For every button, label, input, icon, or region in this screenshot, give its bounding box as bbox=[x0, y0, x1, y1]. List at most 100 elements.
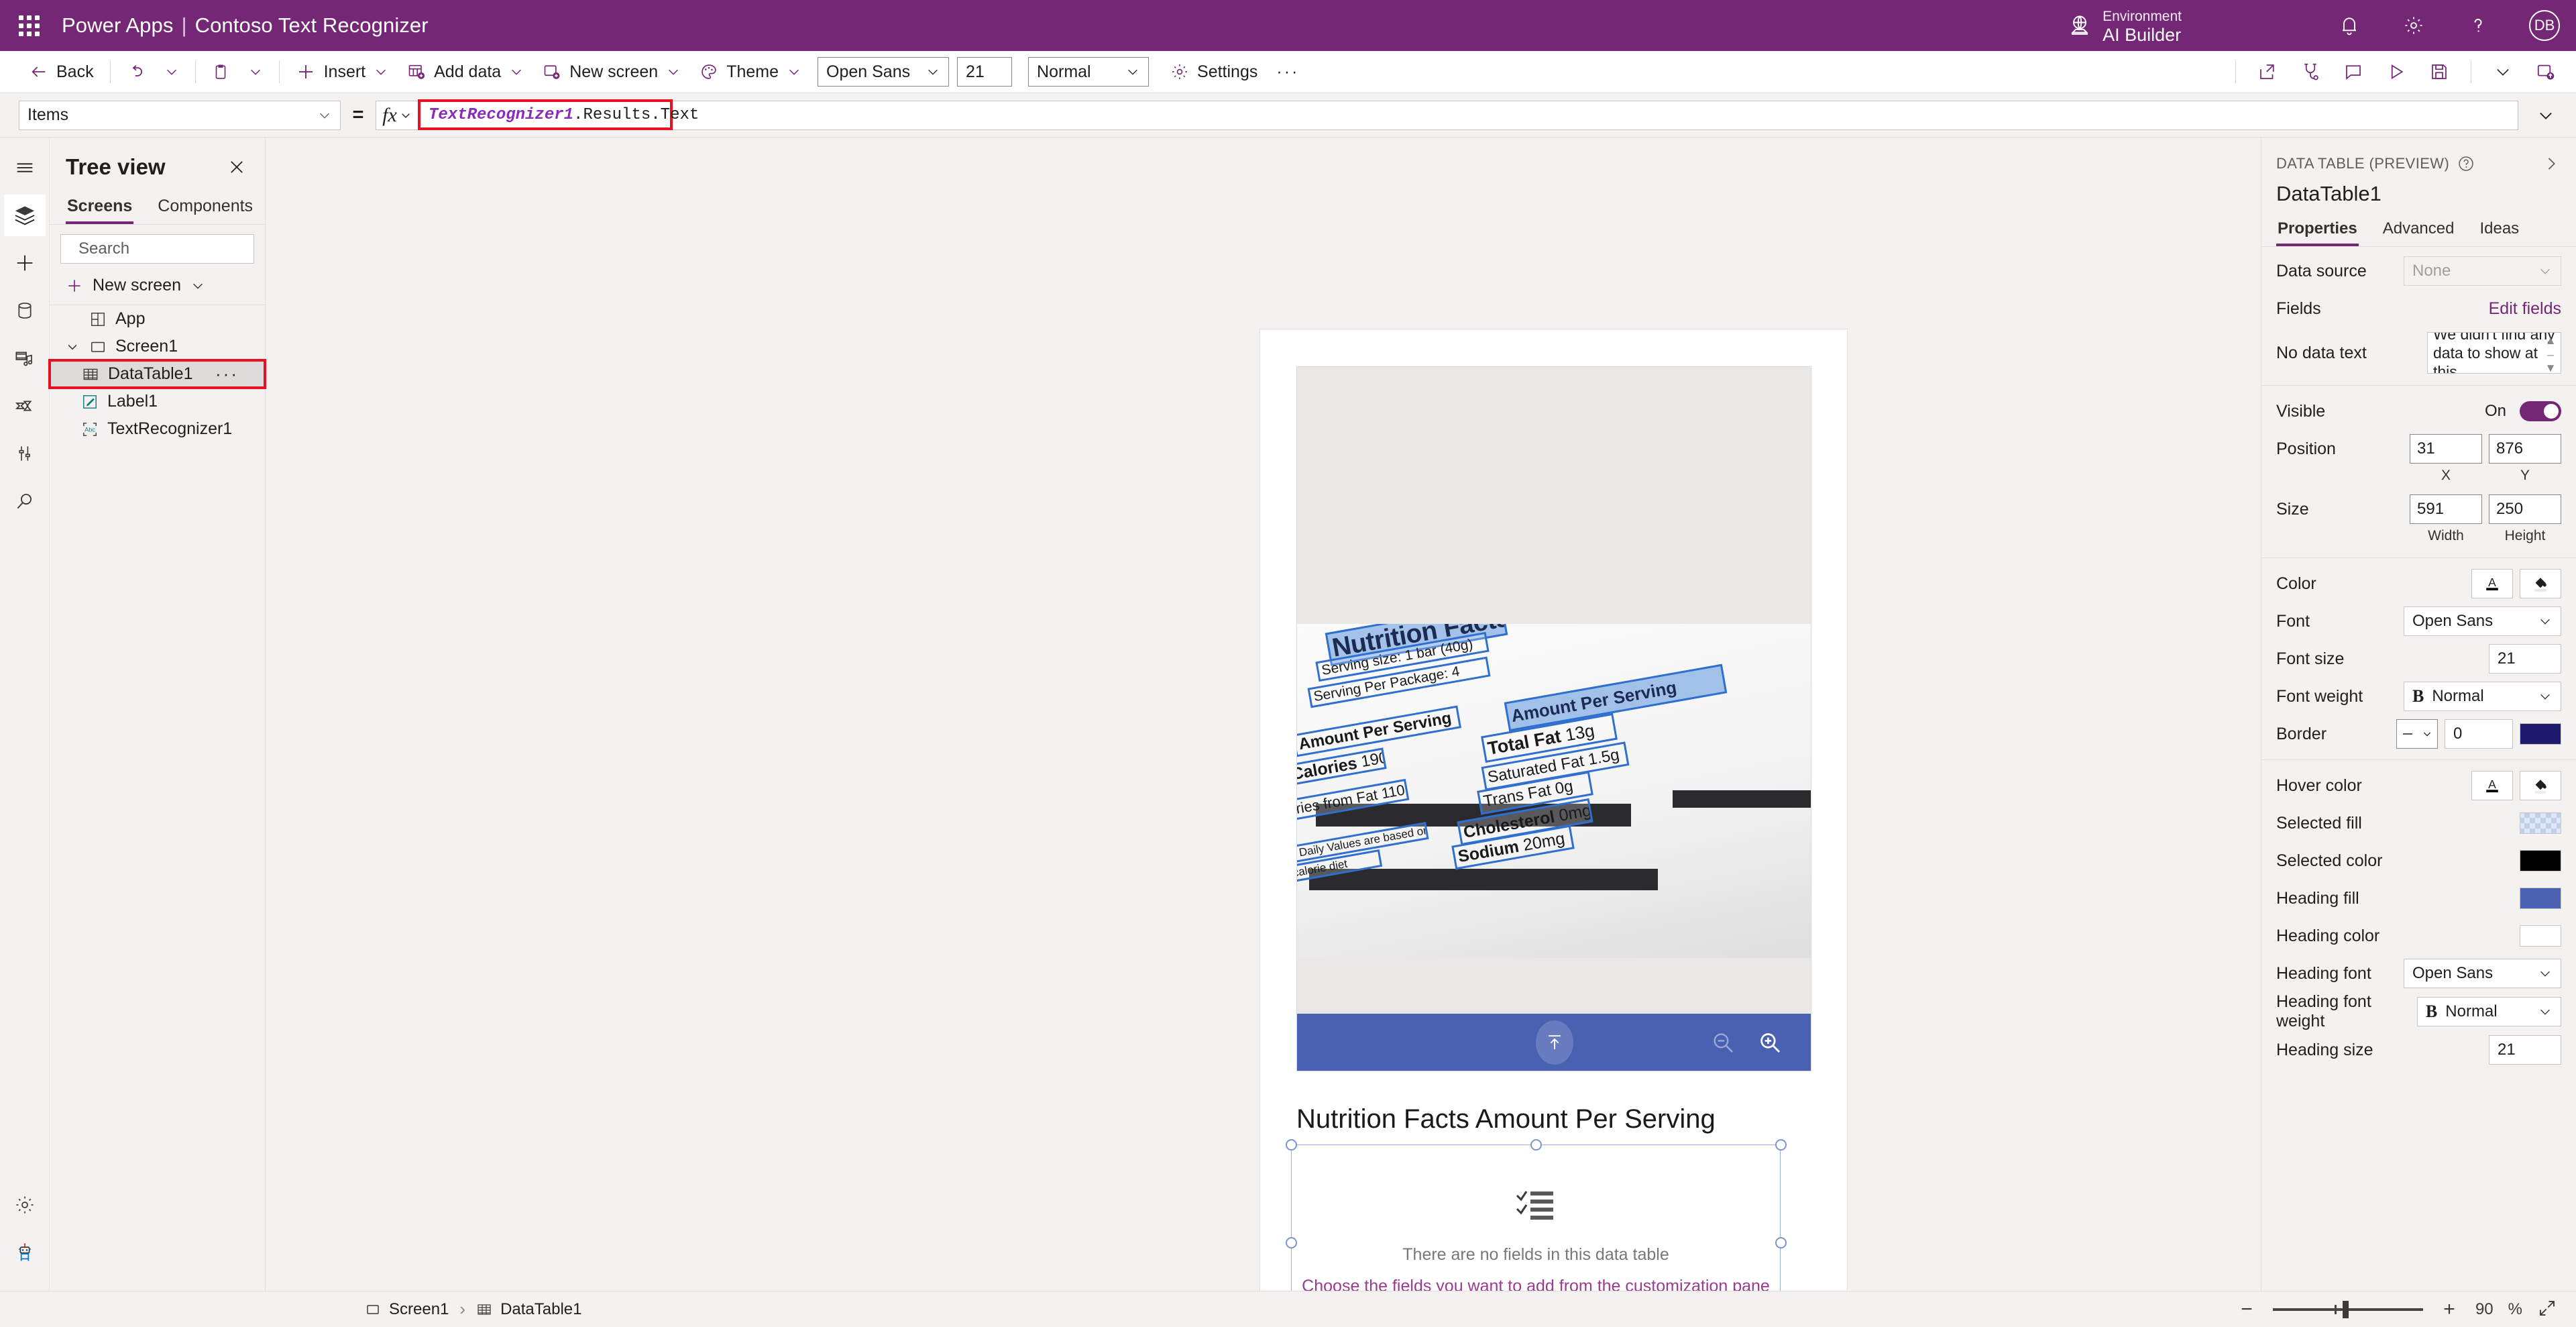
comments-icon[interactable] bbox=[2335, 56, 2371, 87]
tree-node-context-menu[interactable]: ··· bbox=[215, 364, 239, 384]
save-icon[interactable] bbox=[2421, 56, 2457, 87]
publish-icon[interactable] bbox=[2528, 56, 2564, 87]
app-launcher-icon[interactable] bbox=[13, 10, 44, 41]
tab-ideas[interactable]: Ideas bbox=[2478, 217, 2520, 246]
datatable-empty-secondary[interactable]: Choose the fields you want to add from t… bbox=[1302, 1277, 1770, 1291]
help-icon[interactable] bbox=[2465, 12, 2491, 39]
heading-font-select[interactable]: Open Sans bbox=[2404, 959, 2561, 988]
spinner-down-icon[interactable]: ▼ bbox=[2545, 362, 2557, 373]
formula-input[interactable]: TextRecognizer1 .Results.Text bbox=[418, 99, 699, 130]
fit-screen-icon[interactable] bbox=[2537, 1298, 2560, 1321]
position-x-input[interactable]: 31 bbox=[2410, 434, 2482, 464]
back-button[interactable]: Back bbox=[20, 56, 103, 87]
datatable1-control[interactable]: There are no fields in this data table C… bbox=[1286, 1139, 1787, 1291]
heading-fill-swatch[interactable] bbox=[2520, 888, 2561, 909]
app-checker-icon[interactable] bbox=[2292, 56, 2329, 87]
paste-button[interactable] bbox=[203, 56, 239, 87]
ai-builder-robot-icon[interactable] bbox=[4, 1232, 46, 1273]
play-preview-icon[interactable] bbox=[2378, 56, 2414, 87]
no-data-text-spinner[interactable]: ▲ – ▼ bbox=[2543, 334, 2558, 373]
search-icon[interactable] bbox=[4, 480, 46, 522]
text-color-button[interactable]: A bbox=[2471, 569, 2513, 598]
tree-search-box[interactable] bbox=[60, 234, 286, 264]
heading-color-swatch[interactable] bbox=[2520, 925, 2561, 947]
environment-switcher[interactable]: Environment AI Builder bbox=[2068, 5, 2182, 46]
selected-fill-swatch[interactable] bbox=[2520, 812, 2561, 834]
font-weight-select[interactable]: Normal bbox=[1028, 57, 1150, 87]
resize-handle-ne[interactable] bbox=[1775, 1139, 1787, 1151]
undo-dropdown[interactable] bbox=[155, 56, 188, 87]
position-y-input[interactable]: 876 bbox=[2489, 434, 2561, 464]
new-screen-button[interactable]: New screen bbox=[533, 56, 690, 87]
chevron-down-icon[interactable] bbox=[2485, 56, 2521, 87]
data-icon[interactable] bbox=[4, 290, 46, 331]
visible-toggle[interactable] bbox=[2520, 401, 2561, 421]
font-size-input-prop[interactable]: 21 bbox=[2489, 644, 2561, 674]
zoom-in-button[interactable]: + bbox=[2438, 1298, 2461, 1321]
paste-dropdown[interactable] bbox=[239, 56, 272, 87]
no-data-text-input[interactable]: We didn't find any data to show at this … bbox=[2427, 332, 2561, 374]
selected-color-swatch[interactable] bbox=[2520, 850, 2561, 871]
zoom-slider-thumb[interactable] bbox=[2342, 1300, 2349, 1318]
formula-input-wrapper[interactable]: fx TextRecognizer1 .Results.Text bbox=[376, 99, 2518, 130]
spinner-up-icon[interactable]: ▲ bbox=[2545, 334, 2557, 348]
heading-size-input[interactable]: 21 bbox=[2489, 1035, 2561, 1065]
hamburger-menu-icon[interactable] bbox=[4, 147, 46, 189]
overflow-button[interactable]: ··· bbox=[1267, 56, 1308, 87]
upload-icon[interactable] bbox=[1536, 1020, 1573, 1065]
tree-node-datatable1[interactable]: DataTable1 ··· bbox=[48, 359, 266, 389]
theme-button[interactable]: Theme bbox=[690, 56, 811, 87]
font-size-input[interactable]: 21 bbox=[957, 57, 1013, 87]
heading-font-weight-select[interactable]: B Normal bbox=[2416, 997, 2561, 1026]
zoom-out-button[interactable]: − bbox=[2235, 1298, 2258, 1321]
zoom-slider[interactable] bbox=[2272, 1298, 2423, 1321]
new-screen-button-tree[interactable]: New screen bbox=[50, 269, 265, 305]
tab-advanced[interactable]: Advanced bbox=[2382, 217, 2456, 246]
font-weight-select-prop[interactable]: B Normal bbox=[2404, 682, 2561, 711]
search-input[interactable] bbox=[78, 240, 286, 258]
settings-button[interactable]: Settings bbox=[1161, 56, 1267, 87]
close-icon[interactable] bbox=[223, 154, 250, 180]
formula-expand-icon[interactable] bbox=[2525, 101, 2567, 130]
media-icon[interactable] bbox=[4, 337, 46, 379]
bell-icon[interactable] bbox=[2336, 12, 2363, 39]
resize-handle-w[interactable] bbox=[1286, 1237, 1297, 1249]
tree-node-screen1[interactable]: Screen1 bbox=[50, 333, 265, 360]
tab-properties[interactable]: Properties bbox=[2276, 217, 2359, 246]
tree-node-label1[interactable]: Label1 bbox=[50, 388, 265, 415]
gear-icon[interactable] bbox=[2400, 12, 2427, 39]
border-width-input[interactable]: 0 bbox=[2445, 719, 2513, 749]
power-automate-icon[interactable] bbox=[4, 385, 46, 427]
tree-view-icon[interactable] bbox=[3, 195, 46, 236]
fx-icon[interactable]: fx bbox=[376, 101, 418, 129]
avatar[interactable]: DB bbox=[2529, 10, 2560, 41]
size-height-input[interactable]: 250 bbox=[2489, 494, 2561, 524]
image-control[interactable]: Nutrition Facts Serving size: 1 bar (40g… bbox=[1296, 366, 1811, 1071]
chevron-down-icon[interactable] bbox=[64, 339, 80, 355]
tab-components[interactable]: Components bbox=[156, 191, 254, 224]
app-canvas[interactable]: Nutrition Facts Serving size: 1 bar (40g… bbox=[266, 138, 2261, 1291]
breadcrumb-item-datatable1[interactable]: DataTable1 bbox=[469, 1297, 588, 1322]
hover-fill-color-button[interactable] bbox=[2520, 771, 2561, 800]
hover-text-color-button[interactable]: A bbox=[2471, 771, 2513, 800]
edit-fields-link[interactable]: Edit fields bbox=[2489, 299, 2561, 319]
help-circle-icon[interactable] bbox=[2457, 155, 2475, 172]
insert-icon[interactable] bbox=[4, 242, 46, 284]
tree-node-app[interactable]: App bbox=[50, 305, 265, 333]
variables-icon[interactable] bbox=[4, 433, 46, 474]
resize-handle-nw[interactable] bbox=[1286, 1139, 1297, 1151]
resize-handle-e[interactable] bbox=[1775, 1237, 1787, 1249]
undo-button[interactable] bbox=[117, 56, 155, 87]
share-icon[interactable] bbox=[2249, 56, 2286, 87]
add-data-button[interactable]: Add data bbox=[398, 56, 533, 87]
tab-screens[interactable]: Screens bbox=[66, 191, 134, 224]
font-name-select[interactable]: Open Sans bbox=[818, 57, 950, 87]
zoom-out-icon[interactable] bbox=[1709, 1028, 1737, 1057]
border-color-swatch[interactable] bbox=[2520, 723, 2561, 745]
resize-handle-n[interactable] bbox=[1530, 1139, 1542, 1151]
breadcrumb-item-screen1[interactable]: Screen1 bbox=[358, 1297, 455, 1322]
fill-color-button[interactable] bbox=[2520, 569, 2561, 598]
zoom-in-icon[interactable] bbox=[1756, 1028, 1784, 1057]
label1-control[interactable]: Nutrition Facts Amount Per Serving bbox=[1296, 1104, 1813, 1134]
font-select[interactable]: Open Sans bbox=[2404, 606, 2561, 636]
